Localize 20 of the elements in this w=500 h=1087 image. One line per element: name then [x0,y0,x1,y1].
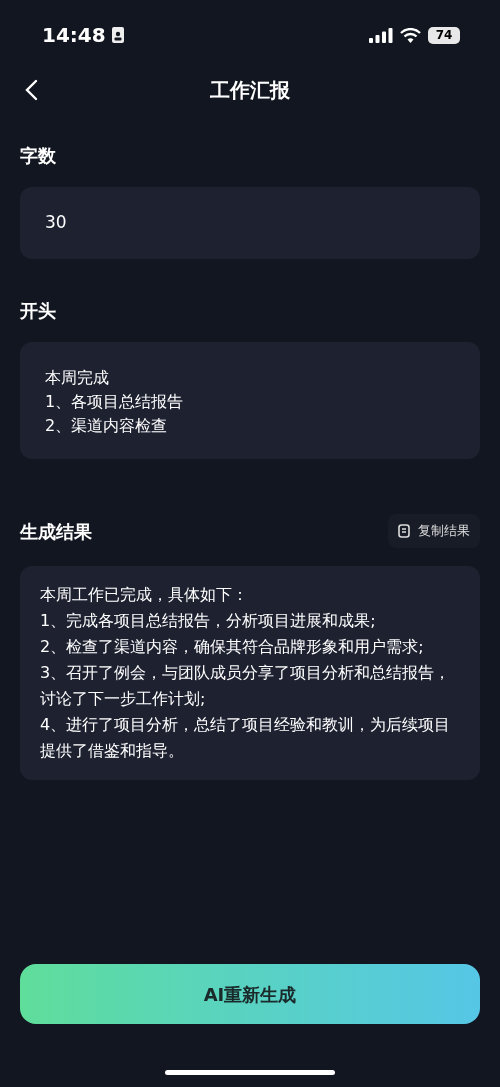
regenerate-button[interactable]: AI重新生成 [20,964,480,1024]
result-paragraph: 1、完成各项目总结报告，分析项目进展和成果; [40,610,377,632]
word-count-field[interactable]: 30 [20,187,480,259]
status-time: 14:48 [42,22,106,49]
result-paragraph: 4、进行了项目分析，总结了项目经验和教训，为后续项目提供了借鉴和指导。 [40,714,452,762]
signal-icon [369,27,393,43]
copy-result-button[interactable]: 复制结果 [388,514,480,548]
result-paragraph: 3、召开了例会，与团队成员分享了项目分析和总结报告，讨论了下一步工作计划; [40,662,452,710]
battery-indicator: 74 [428,26,460,44]
result-paragraph: 2、检查了渠道内容，确保其符合品牌形象和用户需求; [40,636,425,658]
field-label: 开头 [20,299,57,323]
result-paragraph: 本周工作已完成，具体如下： [40,584,249,606]
wifi-icon [400,27,421,43]
page-title: 工作汇报 [210,77,290,104]
copy-icon [398,523,412,539]
back-icon[interactable] [24,79,38,101]
opening-text-area[interactable]: 本周完成 1、各项目总结报告 2、渠道内容检查 [20,342,480,459]
section-label: 生成结果 [20,519,92,544]
field-label: 字数 [20,144,57,168]
id-card-icon [111,27,124,43]
